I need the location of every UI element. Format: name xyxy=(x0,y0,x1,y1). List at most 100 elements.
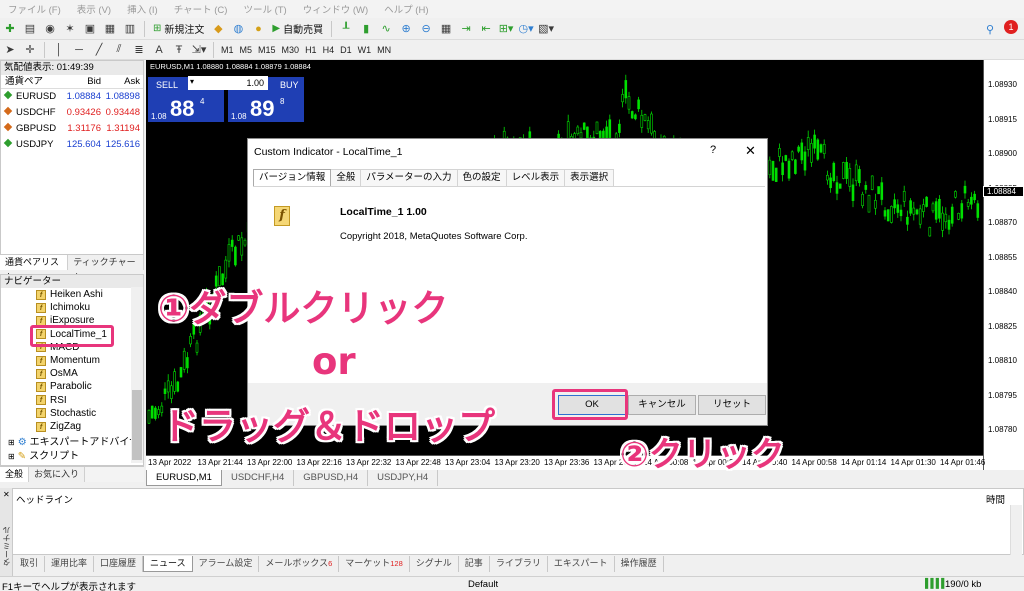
terminal-tab[interactable]: アラーム設定 xyxy=(193,556,260,572)
terminal-tab[interactable]: エキスパート xyxy=(548,556,615,572)
bar-chart-icon[interactable]: ┸ xyxy=(337,20,355,38)
timeframe-m30[interactable]: M30 xyxy=(279,45,303,55)
market-watch-row[interactable]: EURUSD 1.08884 1.08898 xyxy=(1,89,143,105)
new-chart-icon[interactable]: ✚ xyxy=(1,20,19,38)
dialog-close-button[interactable]: ✕ xyxy=(745,143,756,159)
tab-tick-chart[interactable]: ティックチャート xyxy=(68,255,144,282)
navigator-item[interactable]: f ZigZag xyxy=(36,420,81,433)
periods-icon[interactable]: ◷▾ xyxy=(517,20,535,38)
time-column[interactable]: 時間 xyxy=(986,492,1005,506)
reset-button[interactable]: リセット xyxy=(698,395,766,415)
chart-tab-usdjpy[interactable]: USDJPY,H4 xyxy=(368,470,439,486)
text-icon[interactable]: A xyxy=(150,41,168,59)
timeframe-h4[interactable]: H4 xyxy=(320,45,338,55)
menu-window[interactable]: ウィンドウ (W) xyxy=(303,2,368,16)
navigator-scroll-thumb[interactable] xyxy=(132,390,142,460)
timeframe-mn[interactable]: MN xyxy=(374,45,394,55)
notification-badge[interactable]: 1 xyxy=(1004,20,1018,34)
timeframe-m15[interactable]: M15 xyxy=(255,45,279,55)
tile-windows-icon[interactable]: ▦ xyxy=(437,20,455,38)
vertical-line-icon[interactable]: │ xyxy=(50,41,68,59)
tester-icon[interactable]: ▥ xyxy=(121,20,139,38)
indicators-icon[interactable]: ⊞▾ xyxy=(497,20,515,38)
timeframe-m5[interactable]: M5 xyxy=(237,45,256,55)
market-watch-row[interactable]: USDJPY 125.604 125.616 xyxy=(1,137,143,153)
timeframe-w1[interactable]: W1 xyxy=(355,45,375,55)
arrows-icon[interactable]: ⇲▾ xyxy=(190,41,208,59)
trendline-icon[interactable]: ╱ xyxy=(90,41,108,59)
column-bid[interactable]: Bid xyxy=(61,75,103,88)
terminal-tab[interactable]: 取引 xyxy=(14,556,46,572)
cancel-button[interactable]: キャンセル xyxy=(628,395,696,415)
menu-view[interactable]: 表示 (V) xyxy=(77,2,111,16)
text-label-icon[interactable]: Ŧ xyxy=(170,41,188,59)
menu-chart[interactable]: チャート (C) xyxy=(174,2,228,16)
cursor-icon[interactable]: ➤ xyxy=(1,41,19,59)
navigator-item[interactable]: f OsMA xyxy=(36,367,78,380)
expand-icon[interactable]: ⊞ xyxy=(8,450,15,463)
fibonacci-icon[interactable]: ≣ xyxy=(130,41,148,59)
navigator-item[interactable]: f Parabolic xyxy=(36,380,92,393)
market-watch-icon[interactable]: ◉ xyxy=(41,20,59,38)
timeframe-d1[interactable]: D1 xyxy=(337,45,355,55)
chart-tab-usdchf[interactable]: USDCHF,H4 xyxy=(222,470,295,486)
terminal-scrollbar[interactable] xyxy=(1010,505,1022,555)
tab-about[interactable]: バージョン情報 xyxy=(253,169,332,186)
navigator-group-experts[interactable]: ⊞ ⚙ エキスパートアドバイザ xyxy=(8,436,139,449)
terminal-icon[interactable]: ▦ xyxy=(101,20,119,38)
terminal-tab[interactable]: 記事 xyxy=(459,556,490,572)
tab-symbols[interactable]: 通貨ペアリスト xyxy=(0,255,69,282)
column-symbol[interactable]: 通貨ペア xyxy=(1,75,61,88)
terminal-tab[interactable]: 運用比率 xyxy=(45,556,95,572)
navigator-group-scripts[interactable]: ⊞ ✎ スクリプト xyxy=(8,450,79,463)
tab-colors[interactable]: 色の設定 xyxy=(456,169,507,186)
navigator-item[interactable]: f RSI xyxy=(36,394,67,407)
new-order-button[interactable]: ⊞ 新規注文 xyxy=(150,20,207,38)
candle-chart-icon[interactable]: ▮ xyxy=(357,20,375,38)
market-watch-row[interactable]: USDCHF 0.93426 0.93448 xyxy=(1,105,143,121)
data-window-icon[interactable]: ✶ xyxy=(61,20,79,38)
globe-icon[interactable]: ◍ xyxy=(229,20,247,38)
terminal-close-icon[interactable]: ✕ xyxy=(3,490,10,499)
tab-inputs[interactable]: パラメーターの入力 xyxy=(360,169,458,186)
terminal-tab[interactable]: 操作履歴 xyxy=(615,556,664,572)
zoom-out-icon[interactable]: ⊖ xyxy=(417,20,435,38)
menu-help[interactable]: ヘルプ (H) xyxy=(384,2,428,16)
terminal-tab[interactable]: シグナル xyxy=(410,556,459,572)
terminal-tab[interactable]: マーケット128 xyxy=(339,556,410,572)
menu-file[interactable]: ファイル (F) xyxy=(8,2,61,16)
headline-column[interactable]: ヘッドライン xyxy=(16,492,73,506)
lot-size-input[interactable]: 1.00 xyxy=(188,76,268,90)
auto-trade-button[interactable]: ▶ 自動売買 xyxy=(269,20,326,38)
templates-icon[interactable]: ▧▾ xyxy=(537,20,555,38)
terminal-tab[interactable]: メールボックス6 xyxy=(259,556,340,572)
tab-general[interactable]: 全般 xyxy=(0,467,30,482)
dialog-help-button[interactable]: ? xyxy=(710,144,716,156)
chart-tab-eurusd[interactable]: EURUSD,M1 xyxy=(146,470,222,486)
navigator-item[interactable]: f Ichimoku xyxy=(36,301,90,314)
profiles-icon[interactable]: ▤ xyxy=(21,20,39,38)
tab-visualization[interactable]: 表示選択 xyxy=(564,169,615,186)
terminal-tab[interactable]: 口座履歴 xyxy=(94,556,144,572)
tab-levels[interactable]: レベル表示 xyxy=(505,169,566,186)
timeframe-m1[interactable]: M1 xyxy=(218,45,237,55)
autoscroll-icon[interactable]: ⇥ xyxy=(457,20,475,38)
timeframe-h1[interactable]: H1 xyxy=(302,45,320,55)
navigator-icon[interactable]: ▣ xyxy=(81,20,99,38)
navigator-item[interactable]: f Momentum xyxy=(36,354,100,367)
signals-icon[interactable]: ● xyxy=(249,20,267,38)
navigator-item[interactable]: f Heiken Ashi xyxy=(36,288,103,301)
tab-favorites[interactable]: お気に入り xyxy=(29,467,86,482)
expand-icon[interactable]: ⊞ xyxy=(8,436,15,449)
line-chart-icon[interactable]: ∿ xyxy=(377,20,395,38)
search-icon[interactable]: ⚲ xyxy=(981,20,999,38)
market-watch-row[interactable]: GBPUSD 1.31176 1.31194 xyxy=(1,121,143,137)
column-ask[interactable]: Ask xyxy=(103,75,143,88)
zoom-in-icon[interactable]: ⊕ xyxy=(397,20,415,38)
lot-dropdown-icon[interactable]: ▾ xyxy=(190,77,194,86)
chart-shift-icon[interactable]: ⇤ xyxy=(477,20,495,38)
horizontal-line-icon[interactable]: ─ xyxy=(70,41,88,59)
chart-tab-gbpusd[interactable]: GBPUSD,H4 xyxy=(294,470,369,486)
crosshair-icon[interactable]: ✛ xyxy=(21,41,39,59)
navigator-item[interactable]: f Stochastic xyxy=(36,407,96,420)
